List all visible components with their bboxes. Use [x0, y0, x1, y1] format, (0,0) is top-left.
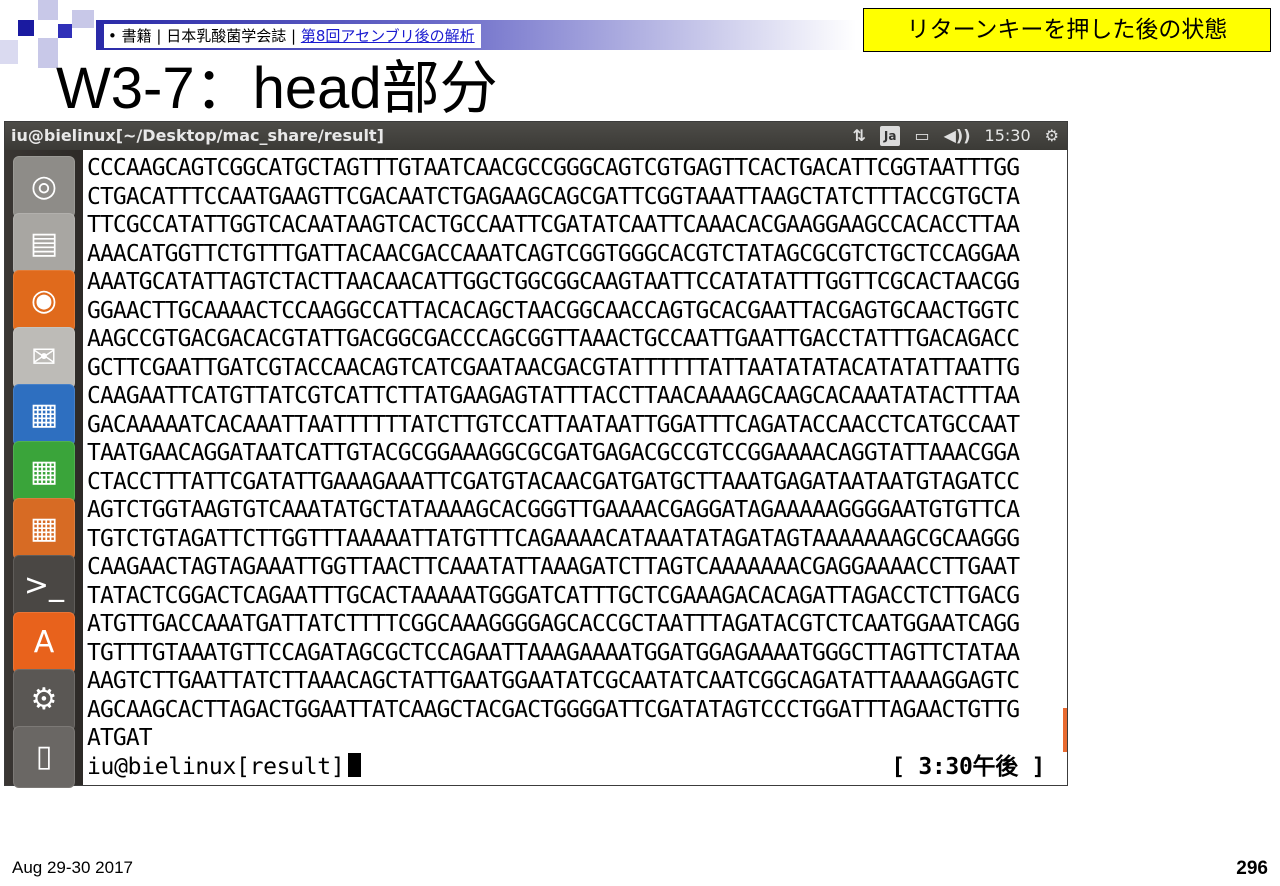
- shell-prompt: iu@bielinux[result]: [87, 753, 345, 780]
- firefox-icon: ◉: [30, 283, 58, 318]
- terminal-line: CAAGAACTAGTAGAAATTGGTTAACTTCAAATATTAAAGA…: [87, 554, 1020, 580]
- volume-icon[interactable]: ◀)): [944, 122, 971, 150]
- settings-icon: ⚙: [30, 682, 58, 717]
- window-topbar: iu@bielinux[~/Desktop/mac_share/result] …: [5, 122, 1067, 150]
- terminal-line: TTCGCCATATTGGTCACAATAAGTCACTGCCAATTCGATA…: [87, 212, 1020, 238]
- ubuntu-window: iu@bielinux[~/Desktop/mac_share/result] …: [4, 121, 1068, 788]
- terminal-line: GCTTCGAATTGATCGTACCAACAGTCATCGAATAACGACG…: [87, 354, 1020, 381]
- terminal-line: AAATGCATATTAGTCTACTTAACAACATTGGCTGGCGGCA…: [87, 269, 1020, 295]
- slide-decoration: [58, 24, 72, 38]
- terminal-line: TGTTTGTAAATGTTCCAGATAGCGCTCCAGAATTAAAGAA…: [87, 639, 1020, 666]
- terminal-line: AAGTCTTGAATTATCTTAAACAGCTATTGAATGGAATATC…: [87, 668, 1020, 694]
- terminal-line: CAAGAATTCATGTTATCGTCATTCTTATGAAGAGTATTTA…: [87, 383, 1020, 409]
- terminal-line: GACAAAAATCACAAATTAATTTTTTATCTTGTCCATTAAT…: [87, 411, 1020, 438]
- slide-decoration: [18, 20, 34, 36]
- launcher-calc-icon[interactable]: ▦: [13, 441, 75, 503]
- launcher-writer-icon[interactable]: ▦: [13, 384, 75, 446]
- breadcrumb-link[interactable]: 第8回アセンブリ後の解析: [301, 27, 475, 45]
- dash-icon: ◎: [30, 169, 58, 204]
- window-title: iu@bielinux[~/Desktop/mac_share/result]: [11, 126, 384, 145]
- terminal-output[interactable]: CCCAAGCAGTCGGCATGCTAGTTTGTAATCAACGCCGGGC…: [83, 150, 1067, 785]
- terminal-line: AGCAAGCACTTAGACTGGAATTATCAAGCTACGACTGGGG…: [87, 696, 1020, 723]
- terminal-line: CTGACATTTCCAATGAAGTTCGACAATCTGAGAAGCAGCG…: [87, 183, 1020, 210]
- terminal-line: TGTCTGTAGATTCTTGGTTTAAAAATTATGTTTCAGAAAA…: [87, 525, 1020, 552]
- breadcrumb-text: 書籍 | 日本乳酸菌学会誌 |: [121, 27, 297, 45]
- terminal-line: ATGTTGACCAAATGATTATCTTTTCGGCAAAGGGGAGCAC…: [87, 611, 1020, 637]
- prompt-line: iu@bielinux[result] [ 3:30午後 ]: [87, 752, 1067, 782]
- terminal-line: CCCAAGCAGTCGGCATGCTAGTTTGTAATCAACGCCGGGC…: [87, 155, 1020, 181]
- launcher-files-icon[interactable]: ▤: [13, 213, 75, 275]
- launcher-terminal-icon[interactable]: >_: [13, 555, 75, 617]
- terminal-line: AAGCCGTGACGACACGTATTGACGGCGACCCAGCGGTTAA…: [87, 326, 1020, 352]
- terminal-line: TAATGAACAGGATAATCATTGTACGCGGAAAGGCGCGATG…: [87, 440, 1020, 466]
- system-tray: ⇅ Ja ▭ ◀)) 15:30 ⚙: [853, 122, 1059, 150]
- trash-icon: ▯: [35, 739, 53, 774]
- gear-icon[interactable]: ⚙: [1045, 122, 1059, 150]
- status-note: リターンキーを押した後の状態: [863, 8, 1271, 52]
- launcher-sidebar: ◎ ▤ ◉ ✉ ▦ ▦ ▦ >_ A ⚙ ▯: [5, 150, 83, 788]
- launcher-firefox-icon[interactable]: ◉: [13, 270, 75, 332]
- terminal-line: AGTCTGGTAAGTGTCAAATATGCTATAAAAGCACGGGTTG…: [87, 497, 1020, 523]
- scrollbar-indicator[interactable]: [1063, 708, 1067, 752]
- files-icon: ▤: [29, 226, 59, 261]
- mail-icon: ✉: [31, 340, 57, 375]
- terminal-icon: >_: [23, 568, 65, 603]
- clock[interactable]: 15:30: [985, 122, 1031, 150]
- terminal-line: GGAACTTGCAAAACTCCAAGGCCATTACACAGCTAACGGC…: [87, 297, 1020, 324]
- software-icon: A: [33, 625, 55, 660]
- launcher-dash-icon[interactable]: ◎: [13, 156, 75, 218]
- keyboard-layout-icon[interactable]: Ja: [879, 126, 901, 146]
- calc-icon: ▦: [29, 454, 59, 489]
- launcher-impress-icon[interactable]: ▦: [13, 498, 75, 560]
- battery-icon[interactable]: ▭: [914, 122, 929, 150]
- slide-decoration: [38, 0, 58, 20]
- terminal-line: TATACTCGGACTCAGAATTTGCACTAAAAATGGGATCATT…: [87, 582, 1020, 609]
- terminal-line: AAACATGGTTCTGTTTGATTACAACGACCAAATCAGTCGG…: [87, 240, 1020, 267]
- terminal-line: CTACCTTTATTCGATATTGAAAGAAATTCGATGTACAACG…: [87, 468, 1020, 495]
- network-icon[interactable]: ⇅: [853, 122, 866, 150]
- breadcrumb: • 書籍 | 日本乳酸菌学会誌 | 第8回アセンブリ後の解析: [104, 24, 481, 48]
- slide-decoration: [38, 38, 58, 68]
- impress-icon: ▦: [29, 511, 59, 546]
- writer-icon: ▦: [29, 397, 59, 432]
- slide-decoration: [0, 40, 18, 64]
- page-number: 296: [1236, 858, 1268, 879]
- slide-title: W3-7：head部分: [56, 56, 498, 121]
- launcher-settings-icon[interactable]: ⚙: [13, 669, 75, 731]
- launcher-software-icon[interactable]: A: [13, 612, 75, 674]
- footer-date: Aug 29-30 2017: [12, 858, 133, 877]
- right-prompt: [ 3:30午後 ]: [891, 753, 1045, 780]
- slide-decoration: [72, 10, 94, 28]
- launcher-trash-icon[interactable]: ▯: [13, 726, 75, 788]
- breadcrumb-bullet: •: [108, 27, 117, 45]
- terminal-line: ATGAT: [87, 725, 153, 751]
- text-cursor: [348, 752, 362, 777]
- launcher-mail-icon[interactable]: ✉: [13, 327, 75, 389]
